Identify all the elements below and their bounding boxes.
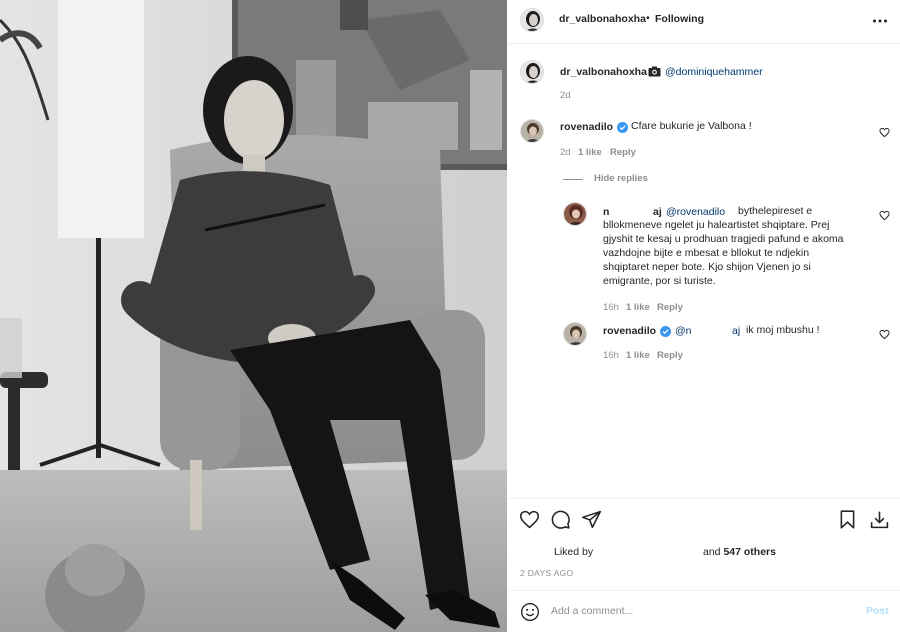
paper-plane-icon[interactable] — [581, 509, 602, 530]
post-timestamp[interactable]: 2 DAYS AGO — [520, 568, 573, 578]
reply-mention-end[interactable]: aj — [732, 325, 740, 337]
reply-likes[interactable]: 1 like — [626, 350, 650, 361]
reply-like-heart-icon[interactable] — [879, 210, 890, 221]
reply-likes[interactable]: 1 like — [626, 302, 650, 313]
author-avatar[interactable] — [520, 8, 544, 32]
reply-text-line: bllokmeneve ngelet ju haleartistet shqip… — [603, 219, 830, 231]
reply-text: ik moj mbushu ! — [746, 324, 820, 336]
action-bar-divider — [507, 498, 900, 499]
caption-avatar[interactable] — [520, 60, 544, 84]
reply-reply-button[interactable]: Reply — [657, 350, 683, 361]
verified-badge-icon — [660, 326, 671, 337]
comment-reply-button[interactable]: Reply — [610, 147, 636, 158]
hide-replies-button[interactable]: Hide replies — [594, 173, 648, 184]
reply-reply-button[interactable]: Reply — [657, 302, 683, 313]
reply-text-line: vazhdojne bijte e mbesat e bllokut te nd… — [603, 247, 810, 259]
hide-replies-line — [563, 179, 583, 180]
reply-avatar[interactable] — [563, 202, 587, 226]
bookmark-icon[interactable] — [837, 509, 858, 530]
verified-badge-icon — [617, 122, 628, 133]
reply-avatar[interactable] — [563, 322, 587, 346]
reply-like-heart-icon[interactable] — [879, 329, 890, 340]
caption-mention-link[interactable]: @dominiquehammer — [665, 66, 763, 78]
reply-mention-start[interactable]: @n — [675, 325, 692, 337]
comment-like-heart-icon[interactable] — [879, 127, 890, 138]
reply-text-line: shqiptaret neper bote. Kjo shijon Vjenen… — [603, 261, 811, 273]
following-button[interactable]: Following — [655, 13, 704, 25]
reply-time[interactable]: 16h — [603, 302, 619, 313]
reply-username-start[interactable]: n — [603, 206, 609, 218]
separator-dot: • — [646, 12, 650, 24]
comment-text: Cfare bukurie je Valbona ! — [631, 120, 752, 132]
liked-by-others[interactable]: and 547 others — [703, 546, 776, 558]
commenter-avatar[interactable] — [520, 119, 544, 143]
reply-mention-link[interactable]: @rovenadilo — [666, 206, 725, 218]
liked-by-and: and — [703, 546, 721, 558]
download-icon[interactable] — [869, 509, 890, 530]
caption-username[interactable]: dr_valbonahoxha — [560, 66, 647, 78]
post-image — [0, 0, 507, 632]
caption-time[interactable]: 2d — [560, 90, 571, 101]
reply-text-line: gjyshit te kesaj u prodhuan tragjedi paf… — [603, 233, 844, 245]
post-header: dr_valbonahoxha • Following — [507, 0, 900, 44]
comment-username[interactable]: rovenadilo — [560, 121, 613, 133]
add-comment-bar: Post — [507, 590, 900, 632]
likes-count[interactable]: 547 others — [723, 546, 776, 558]
comment-time[interactable]: 2d — [560, 147, 571, 158]
heart-icon[interactable] — [519, 509, 540, 530]
smiley-icon[interactable] — [520, 602, 540, 622]
more-options-icon[interactable] — [871, 12, 889, 30]
reply-text-line: emigrante, por si turiste. — [603, 275, 716, 287]
reply-time[interactable]: 16h — [603, 350, 619, 361]
author-username[interactable]: dr_valbonahoxha — [559, 13, 646, 25]
reply-username-end[interactable]: aj — [653, 206, 662, 218]
post-photo[interactable] — [0, 0, 507, 632]
liked-by-label: Liked by — [554, 546, 594, 558]
comment-input[interactable] — [551, 605, 851, 617]
reply-username[interactable]: rovenadilo — [603, 325, 656, 337]
post-side-panel: dr_valbonahoxha • Following dr_valbonaho… — [507, 0, 900, 632]
post-button[interactable]: Post — [866, 605, 889, 617]
comment-likes[interactable]: 1 like — [578, 147, 602, 158]
comment-icon[interactable] — [550, 509, 571, 530]
reply-text-line: bythelepireset e — [738, 205, 813, 217]
camera-icon — [648, 66, 661, 77]
